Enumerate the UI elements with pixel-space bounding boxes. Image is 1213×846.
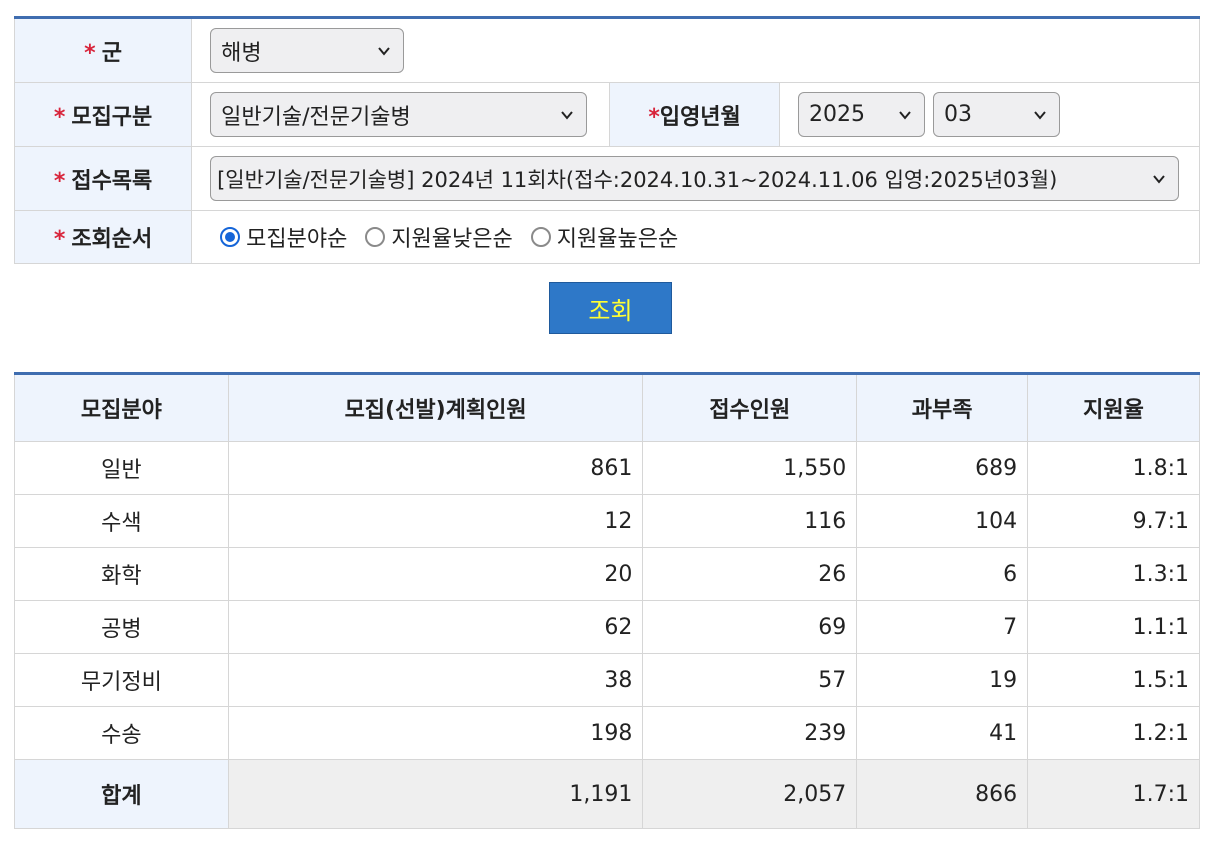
page-container: * 군 해병 * 모집구분 일반기술/전문기술병 *입영년월 2025 03 *… [13,16,1200,829]
button-area: 조회 [14,264,1200,372]
category-cell: 일반 [14,441,229,495]
table-row: 공병 62 69 7 1.1:1 [14,600,1200,654]
table-row: 수색 12 116 104 9.7:1 [14,494,1200,548]
category-cell: 공병 [14,600,229,654]
category-cell: 수송 [14,706,229,760]
diff-cell: 19 [856,653,1029,707]
list-label: * 접수목록 [13,146,193,211]
chevron-down-icon [560,108,574,122]
order-option-rate-asc[interactable]: 지원율낮은순 [365,221,513,253]
table-row: 일반 861 1,550 689 1.8:1 [14,441,1200,495]
rate-cell: 9.7:1 [1027,494,1200,548]
applied-cell: 239 [642,706,858,760]
plan-cell: 12 [227,494,644,548]
table-row: 수송 198 239 41 1.2:1 [14,706,1200,760]
plan-cell: 62 [227,600,644,654]
category-cell: 화학 [14,547,229,601]
applied-cell: 26 [642,547,858,601]
chevron-down-icon [898,108,912,122]
diff-cell: 104 [856,494,1029,548]
chevron-down-icon [1152,172,1166,186]
total-rate-cell: 1.7:1 [1027,759,1200,829]
applied-cell: 116 [642,494,858,548]
branch-label: * 군 [13,17,193,83]
rate-cell: 1.1:1 [1027,600,1200,654]
table-row: 무기정비 38 57 19 1.5:1 [14,653,1200,707]
total-plan-cell: 1,191 [227,759,644,829]
column-header: 모집분야 [14,373,229,442]
total-label-cell: 합계 [14,759,229,829]
column-header: 모집(선발)계획인원 [227,373,644,442]
radio-button[interactable] [530,227,551,247]
plan-cell: 198 [227,706,644,760]
applied-cell: 69 [642,600,858,654]
radio-button[interactable] [365,227,386,247]
list-select[interactable]: [일반기술/전문기술병] 2024년 11회차(접수:2024.10.31~20… [210,156,1180,201]
rate-cell: 1.5:1 [1027,653,1200,707]
plan-cell: 20 [227,547,644,601]
total-applied-cell: 2,057 [642,759,858,829]
category-cell: 수색 [14,494,229,548]
plan-cell: 861 [227,441,644,495]
chevron-down-icon [1033,108,1047,122]
diff-cell: 689 [856,441,1029,495]
order-label: * 조회순서 [13,210,193,264]
month-select[interactable]: 03 [933,92,1061,137]
year-select[interactable]: 2025 [798,92,926,137]
category-cell: 무기정비 [14,653,229,707]
diff-cell: 6 [856,547,1029,601]
table-row: 화학 20 26 6 1.3:1 [14,547,1200,601]
total-row: 합계 1,191 2,057 866 1.7:1 [14,759,1200,829]
column-header: 지원율 [1027,373,1200,442]
search-form: * 군 해병 * 모집구분 일반기술/전문기술병 *입영년월 2025 03 *… [13,16,1200,264]
required-mark: * [84,40,96,66]
result-table: 모집분야 모집(선발)계획인원 접수인원 과부족 지원율 일반 861 1,55… [14,372,1200,829]
diff-cell: 41 [856,706,1029,760]
search-button[interactable]: 조회 [549,282,672,334]
rate-cell: 1.2:1 [1027,706,1200,760]
type-label: * 모집구분 [13,82,193,147]
applied-cell: 57 [642,653,858,707]
order-radio-group: 모집분야순 지원율낮은순 지원율높은순 [192,211,1199,263]
diff-cell: 7 [856,600,1029,654]
enlist-label: *입영년월 [609,82,781,147]
rate-cell: 1.8:1 [1027,441,1200,495]
applied-cell: 1,550 [642,441,858,495]
chevron-down-icon [377,44,391,58]
type-select[interactable]: 일반기술/전문기술병 [210,92,588,137]
column-header: 과부족 [856,373,1029,442]
total-diff-cell: 866 [856,759,1029,829]
column-header: 접수인원 [642,373,858,442]
radio-button[interactable] [220,227,241,247]
rate-cell: 1.3:1 [1027,547,1200,601]
order-option-field[interactable]: 모집분야순 [220,221,347,253]
branch-select[interactable]: 해병 [210,28,405,73]
order-option-rate-desc[interactable]: 지원율높은순 [530,221,678,253]
plan-cell: 38 [227,653,644,707]
table-header-row: 모집분야 모집(선발)계획인원 접수인원 과부족 지원율 [14,373,1200,442]
